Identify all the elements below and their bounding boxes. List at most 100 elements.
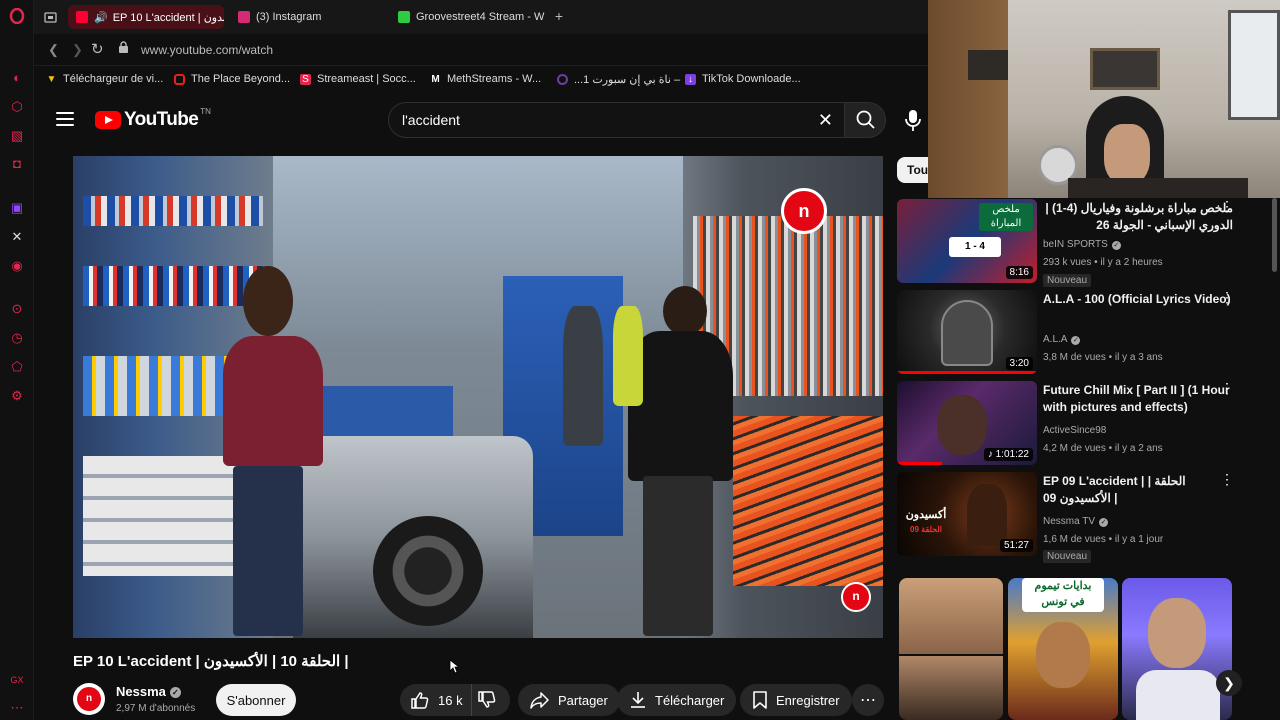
recommendation-title[interactable]: ملخص مباراة برشلونة وفياريال (4-1) | الد… [1043, 200, 1233, 234]
sidebar-scrollbar[interactable] [1272, 198, 1277, 272]
verified-icon: ✓ [1111, 241, 1121, 250]
more-vertical-icon[interactable]: ⋮ [1220, 381, 1234, 401]
short-thumbnail[interactable] [899, 578, 1003, 720]
share-button[interactable]: Partager [518, 684, 620, 716]
short-thumbnail[interactable] [1122, 578, 1232, 720]
aria-icon[interactable]: ◐ [9, 70, 25, 86]
extensions-icon[interactable]: ⬠ [9, 359, 25, 375]
dislike-button[interactable] [472, 684, 510, 716]
short-thumbnail[interactable]: بدايات تيموم في تونس [1008, 578, 1118, 720]
pinboard-icon[interactable]: ▧ [9, 128, 25, 144]
thumbs-up-icon [411, 692, 429, 709]
settings-gear-icon[interactable]: ⚙ [9, 388, 25, 404]
back-icon[interactable]: ❮ [48, 42, 59, 58]
search-input[interactable] [402, 112, 782, 128]
crypto-wallet-icon[interactable]: ⬡ [9, 99, 25, 115]
search-button[interactable] [844, 102, 886, 138]
thumbnail-caption: أكسيدون الحلقة 09 [905, 509, 947, 534]
recommendation-channel[interactable]: beIN SPORTS ✓ [1043, 238, 1121, 252]
video-thumbnail[interactable]: ملخص المباراة 1 - 4 8:16 [897, 199, 1037, 283]
recommendation-item[interactable]: ♪ 1:01:22 Future Chill Mix [ Part II ] (… [897, 381, 1267, 467]
recommendation-stats: 4,2 M de vues • il y a 2 ans [1043, 443, 1163, 454]
tab-label: EP 10 L'accident | بدون [112, 11, 224, 24]
more-actions-button[interactable]: ⋯ [852, 684, 884, 716]
new-tab-button[interactable]: + [550, 7, 568, 25]
messenger-icon[interactable]: ◘ [9, 156, 25, 172]
bookmarks-bar: ▼ Téléchargeur de vi... The Place Beyond.… [34, 66, 928, 94]
video-thumbnail[interactable]: 3:20 [897, 290, 1037, 374]
tab-groovestreet[interactable]: Groovestreet4 Stream - W [390, 5, 546, 29]
channel-name[interactable]: Nessma ✓ [116, 684, 181, 699]
download-button[interactable]: Télécharger [617, 684, 737, 716]
new-badge: Nouveau [1043, 274, 1092, 287]
bookmark-favicon-icon: ↓ [685, 73, 696, 85]
more-vertical-icon[interactable]: ⋮ [1220, 472, 1234, 492]
recommendation-stats: 293 k vues • il y a 2 heures [1043, 257, 1163, 268]
x-twitter-icon[interactable]: ✕ [9, 229, 25, 245]
bookmark-item[interactable]: S Streameast | Socc... [300, 73, 416, 85]
menu-icon[interactable] [56, 112, 74, 126]
bookmark-favicon-icon: M [431, 73, 440, 85]
more-dots-icon[interactable]: ⋯ [9, 700, 25, 716]
machine-wheel [373, 516, 483, 626]
thumbnail-score: 1 - 4 [949, 237, 1001, 257]
recommendation-title[interactable]: A.L.A - 100 (Official Lyrics Video) [1043, 291, 1233, 308]
person-man-head [663, 286, 707, 336]
url-field[interactable]: www.youtube.com/watch [141, 43, 273, 57]
recommendation-item[interactable]: ملخص المباراة 1 - 4 8:16 ملخص مباراة برشل… [897, 199, 1267, 287]
video-thumbnail[interactable]: ♪ 1:01:22 [897, 381, 1037, 465]
stream-favicon-icon [398, 11, 410, 23]
search-icon [856, 110, 875, 129]
tab-instagram[interactable]: (3) Instagram [230, 5, 386, 29]
next-arrow-icon[interactable]: ❯ [1216, 670, 1242, 696]
bookmark-item[interactable]: ↓ TikTok Downloade... [685, 73, 801, 85]
bookmark-item[interactable]: ...ناة بي إن سبورت 1 – [557, 73, 680, 86]
forward-icon[interactable]: ❯ [72, 42, 83, 58]
youtube-logo[interactable]: YouTube TN [95, 107, 211, 131]
twitch-icon[interactable]: ▣ [9, 200, 25, 216]
shelf-products [733, 416, 883, 586]
more-horizontal-icon: ⋯ [860, 692, 876, 709]
more-vertical-icon[interactable]: ⋮ [1220, 290, 1234, 310]
save-button[interactable]: Enregistrer [740, 684, 852, 716]
verified-icon: ✓ [1071, 336, 1081, 345]
video-player[interactable]: n n [73, 156, 883, 638]
history-icon[interactable]: ◷ [9, 330, 25, 346]
more-vertical-icon[interactable]: ⋮ [1220, 199, 1234, 219]
video-duration: ♪ 1:01:22 [983, 448, 1033, 461]
recommendation-channel[interactable]: ActiveSince98 [1043, 424, 1106, 438]
short-face [899, 578, 1003, 654]
recommendation-channel[interactable]: Nessma TV ✓ [1043, 515, 1109, 529]
subscribe-button[interactable]: S'abonner [216, 684, 296, 716]
recommendation-title[interactable]: EP 09 L'accident | الحلقة | الأكسيدون 09… [1043, 473, 1233, 507]
lock-icon[interactable] [118, 41, 129, 57]
recommendation-item[interactable]: 3:20 A.L.A - 100 (Official Lyrics Video)… [897, 290, 1267, 376]
background-person [563, 306, 603, 446]
reload-icon[interactable]: ↻ [91, 40, 104, 58]
recommendation-channel[interactable]: A.L.A ✓ [1043, 333, 1081, 347]
mouse-cursor-icon [449, 659, 459, 674]
bookmark-item[interactable]: M MethStreams - W... [430, 73, 541, 85]
bookmark-item[interactable]: The Place Beyond... [174, 73, 290, 85]
recommendation-title[interactable]: Future Chill Mix [ Part II ] (1 Hour wit… [1043, 382, 1233, 416]
player-icon[interactable]: ⊙ [9, 301, 25, 317]
video-thumbnail[interactable]: أكسيدون الحلقة 09 51:27 [897, 472, 1037, 556]
tab-strip: 🔊 EP 10 L'accident | بدون (3) Instagram … [34, 0, 928, 34]
verified-icon: ✓ [1099, 518, 1109, 527]
opera-logo-icon[interactable] [9, 7, 25, 25]
microphone-icon[interactable] [902, 108, 924, 134]
gx-icon[interactable]: GX [9, 672, 25, 688]
instagram-favicon-icon [238, 11, 250, 23]
bookmark-item[interactable]: ▼ Téléchargeur de vi... [46, 73, 164, 85]
music-player-icon[interactable]: ◉ [9, 258, 25, 274]
tab-youtube[interactable]: 🔊 EP 10 L'accident | بدون [68, 5, 224, 29]
person-man-body [628, 331, 733, 481]
recommendation-item[interactable]: أكسيدون الحلقة 09 51:27 EP 09 L'accident … [897, 472, 1267, 563]
clear-search-icon[interactable]: ✕ [818, 111, 833, 129]
channel-avatar[interactable]: n [73, 683, 105, 715]
audio-playing-icon[interactable]: 🔊 [94, 11, 108, 24]
tab-overview-icon[interactable] [40, 5, 62, 29]
like-button[interactable]: 16 k [400, 684, 472, 716]
short-face [1036, 622, 1090, 688]
person-woman-legs [233, 466, 303, 636]
